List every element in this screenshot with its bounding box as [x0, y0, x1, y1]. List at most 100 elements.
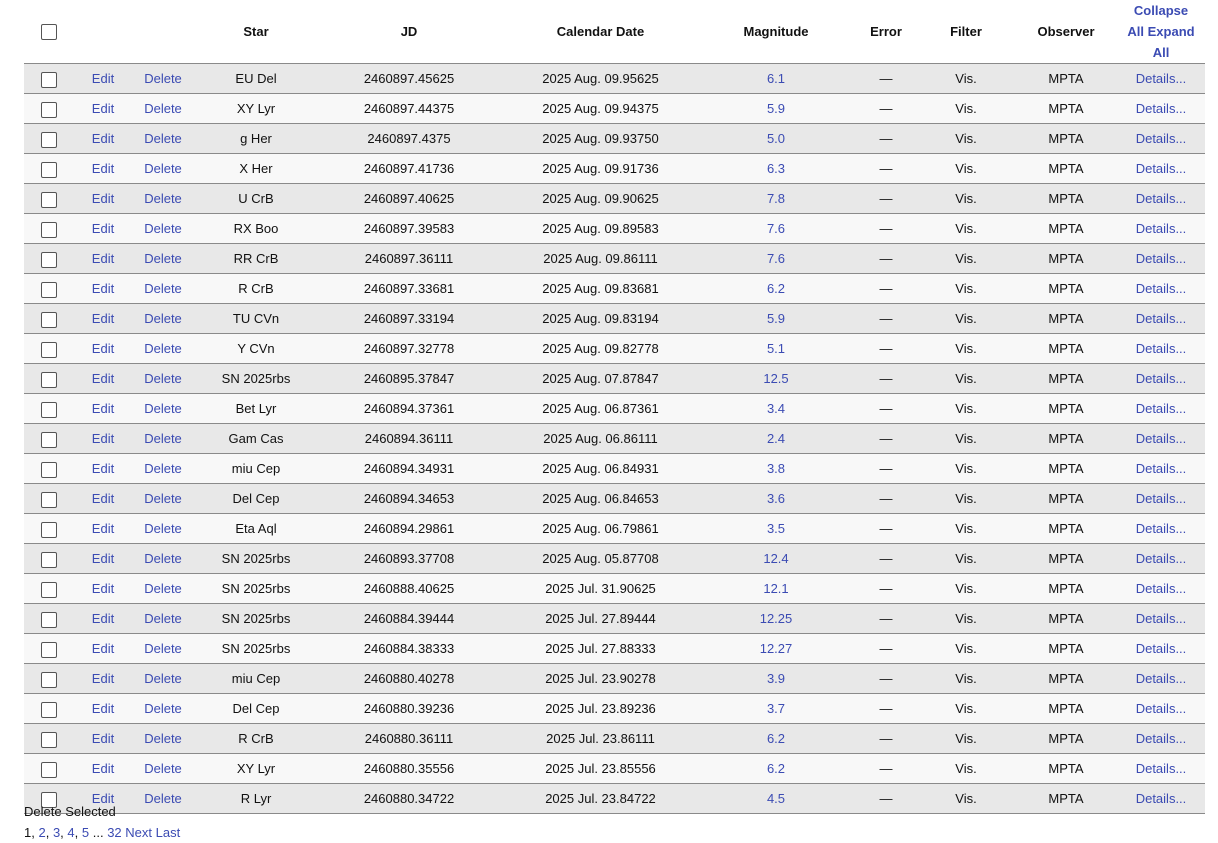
collapse-all-link[interactable]: Collapse All Expand [1127, 3, 1194, 39]
last-page-link[interactable]: Last [156, 825, 181, 840]
details-link[interactable]: Details... [1136, 371, 1187, 386]
details-link[interactable]: Details... [1136, 431, 1187, 446]
edit-link[interactable]: Edit [92, 641, 114, 656]
edit-link[interactable]: Edit [92, 311, 114, 326]
row-checkbox[interactable] [41, 132, 57, 148]
delete-link[interactable]: Delete [144, 611, 182, 626]
row-checkbox[interactable] [41, 492, 57, 508]
details-link[interactable]: Details... [1136, 311, 1187, 326]
delete-link[interactable]: Delete [144, 641, 182, 656]
row-checkbox[interactable] [41, 672, 57, 688]
details-link[interactable]: Details... [1136, 71, 1187, 86]
details-link[interactable]: Details... [1136, 461, 1187, 476]
row-checkbox[interactable] [41, 702, 57, 718]
details-link[interactable]: Details... [1136, 491, 1187, 506]
page-link-2[interactable]: 2 [38, 825, 45, 840]
delete-link[interactable]: Delete [144, 461, 182, 476]
details-link[interactable]: Details... [1136, 701, 1187, 716]
row-checkbox[interactable] [41, 312, 57, 328]
delete-link[interactable]: Delete [144, 371, 182, 386]
edit-link[interactable]: Edit [92, 461, 114, 476]
edit-link[interactable]: Edit [92, 551, 114, 566]
details-link[interactable]: Details... [1136, 551, 1187, 566]
details-link[interactable]: Details... [1136, 221, 1187, 236]
edit-link[interactable]: Edit [92, 521, 114, 536]
row-checkbox[interactable] [41, 582, 57, 598]
page-link-last-number[interactable]: 32 [107, 825, 121, 840]
details-link[interactable]: Details... [1136, 671, 1187, 686]
edit-link[interactable]: Edit [92, 101, 114, 116]
edit-link[interactable]: Edit [92, 251, 114, 266]
details-link[interactable]: Details... [1136, 581, 1187, 596]
row-checkbox[interactable] [41, 762, 57, 778]
delete-link[interactable]: Delete [144, 191, 182, 206]
row-checkbox[interactable] [41, 432, 57, 448]
details-link[interactable]: Details... [1136, 251, 1187, 266]
delete-link[interactable]: Delete [144, 221, 182, 236]
row-checkbox[interactable] [41, 222, 57, 238]
details-link[interactable]: Details... [1136, 731, 1187, 746]
row-checkbox[interactable] [41, 642, 57, 658]
edit-link[interactable]: Edit [92, 731, 114, 746]
details-link[interactable]: Details... [1136, 611, 1187, 626]
details-link[interactable]: Details... [1136, 281, 1187, 296]
edit-link[interactable]: Edit [92, 131, 114, 146]
edit-link[interactable]: Edit [92, 71, 114, 86]
delete-link[interactable]: Delete [144, 101, 182, 116]
details-link[interactable]: Details... [1136, 791, 1187, 806]
details-link[interactable]: Details... [1136, 101, 1187, 116]
delete-link[interactable]: Delete [144, 341, 182, 356]
row-checkbox[interactable] [41, 402, 57, 418]
next-page-link[interactable]: Next [125, 825, 152, 840]
details-link[interactable]: Details... [1136, 131, 1187, 146]
edit-link[interactable]: Edit [92, 341, 114, 356]
delete-link[interactable]: Delete [144, 431, 182, 446]
row-checkbox[interactable] [41, 552, 57, 568]
delete-link[interactable]: Delete [144, 161, 182, 176]
edit-link[interactable]: Edit [92, 191, 114, 206]
details-link[interactable]: Details... [1136, 191, 1187, 206]
row-checkbox[interactable] [41, 192, 57, 208]
details-link[interactable]: Details... [1136, 761, 1187, 776]
delete-link[interactable]: Delete [144, 551, 182, 566]
delete-link[interactable]: Delete [144, 731, 182, 746]
row-checkbox[interactable] [41, 252, 57, 268]
edit-link[interactable]: Edit [92, 281, 114, 296]
edit-link[interactable]: Edit [92, 671, 114, 686]
row-checkbox[interactable] [41, 72, 57, 88]
edit-link[interactable]: Edit [92, 761, 114, 776]
edit-link[interactable]: Edit [92, 401, 114, 416]
edit-link[interactable]: Edit [92, 491, 114, 506]
delete-link[interactable]: Delete [144, 521, 182, 536]
edit-link[interactable]: Edit [92, 701, 114, 716]
delete-link[interactable]: Delete [144, 251, 182, 266]
details-link[interactable]: Details... [1136, 641, 1187, 656]
delete-selected-button[interactable]: Delete Selected [24, 804, 116, 819]
row-checkbox[interactable] [41, 612, 57, 628]
edit-link[interactable]: Edit [92, 431, 114, 446]
details-link[interactable]: Details... [1136, 161, 1187, 176]
row-checkbox[interactable] [41, 462, 57, 478]
row-checkbox[interactable] [41, 162, 57, 178]
row-checkbox[interactable] [41, 282, 57, 298]
edit-link[interactable]: Edit [92, 581, 114, 596]
delete-link[interactable]: Delete [144, 701, 182, 716]
details-link[interactable]: Details... [1136, 401, 1187, 416]
edit-link[interactable]: Edit [92, 611, 114, 626]
row-checkbox[interactable] [41, 522, 57, 538]
details-link[interactable]: Details... [1136, 341, 1187, 356]
select-all-checkbox[interactable] [41, 23, 57, 40]
delete-link[interactable]: Delete [144, 311, 182, 326]
row-checkbox[interactable] [41, 342, 57, 358]
details-link[interactable]: Details... [1136, 521, 1187, 536]
row-checkbox[interactable] [41, 372, 57, 388]
delete-link[interactable]: Delete [144, 761, 182, 776]
delete-link[interactable]: Delete [144, 401, 182, 416]
page-link-4[interactable]: 4 [67, 825, 74, 840]
delete-link[interactable]: Delete [144, 491, 182, 506]
expand-all-link[interactable]: All [1153, 45, 1170, 60]
delete-link[interactable]: Delete [144, 281, 182, 296]
edit-link[interactable]: Edit [92, 161, 114, 176]
edit-link[interactable]: Edit [92, 371, 114, 386]
delete-link[interactable]: Delete [144, 581, 182, 596]
